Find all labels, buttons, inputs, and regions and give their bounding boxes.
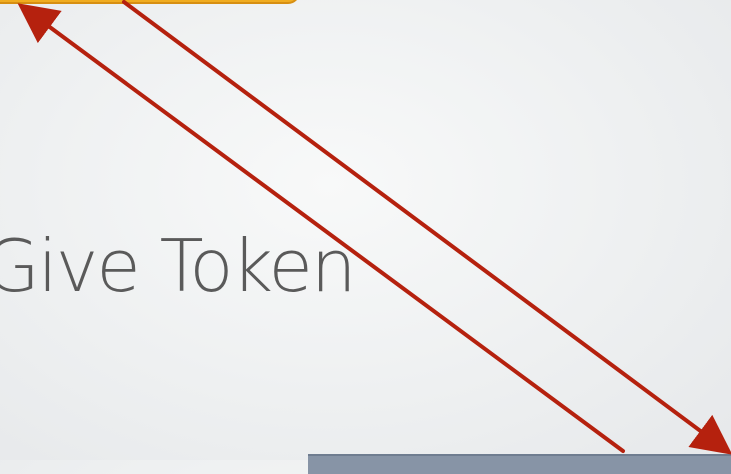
arrow-to-bottom-box <box>122 0 731 455</box>
connector-arrows <box>17 0 731 455</box>
slide-canvas: Give Token <box>0 0 731 474</box>
arrow-to-top-box <box>17 3 625 453</box>
